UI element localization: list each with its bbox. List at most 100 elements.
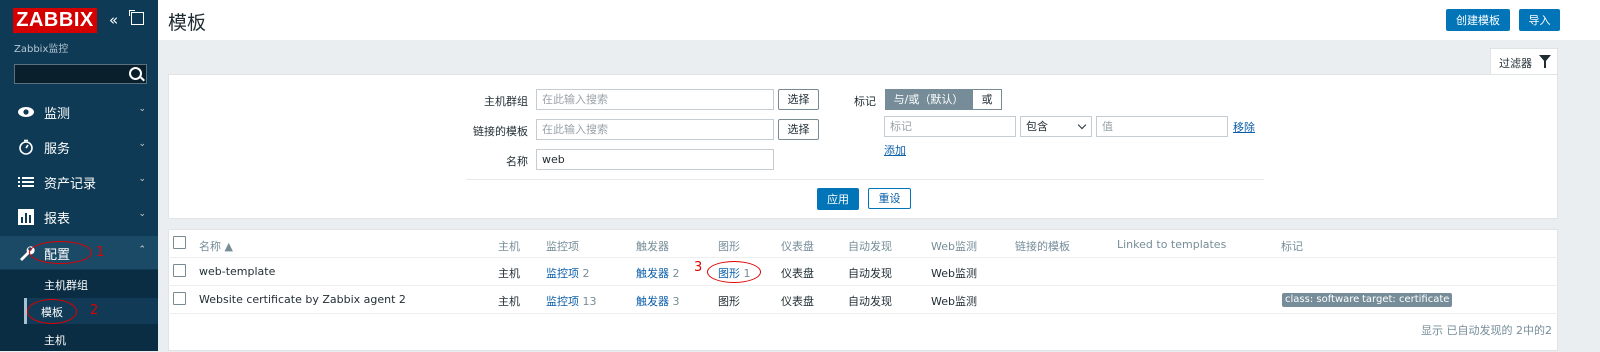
tag-badge[interactable]: class: software bbox=[1282, 293, 1363, 307]
list-icon bbox=[17, 173, 35, 191]
column-header-hosts: 主机 bbox=[498, 240, 520, 253]
column-header-tags: 标记 bbox=[1281, 240, 1303, 253]
row-divider bbox=[168, 313, 1558, 314]
server-name: Zabbix监控 bbox=[14, 44, 69, 55]
header bbox=[158, 0, 1600, 40]
triggers-count: 3 bbox=[672, 295, 680, 308]
annotation-ellipse bbox=[707, 261, 761, 283]
triggers-count: 2 bbox=[672, 267, 680, 280]
filter-tab[interactable]: 过滤器 bbox=[1490, 48, 1558, 74]
tag-badge[interactable]: target: certificate bbox=[1359, 293, 1453, 307]
menu-label: 服务 bbox=[44, 142, 71, 157]
items-count: 2 bbox=[582, 267, 590, 280]
column-header-name[interactable]: 名称 ▲ bbox=[199, 238, 233, 254]
column-header-discovery: 自动发现 bbox=[848, 240, 892, 253]
submenu-label: 主机群组 bbox=[44, 279, 88, 292]
chevron-up-icon: ⌃ bbox=[138, 245, 146, 255]
import-button[interactable]: 导入 bbox=[1519, 9, 1560, 31]
tags-label: 标记 bbox=[854, 95, 876, 108]
zabbix-logo[interactable]: ZABBIX bbox=[13, 8, 97, 33]
or-toggle[interactable]: 或 bbox=[972, 89, 1002, 110]
select-all-checkbox[interactable] bbox=[173, 236, 186, 249]
linked-templates-label: 链接的模板 bbox=[473, 125, 528, 138]
dashboards-link[interactable]: 仪表盘 bbox=[781, 265, 814, 281]
graphs-link[interactable]: 图形 bbox=[718, 293, 740, 309]
menu-item-reports[interactable]: 报表 ⌄ bbox=[0, 200, 158, 233]
items-cell: 监控项 13 bbox=[546, 293, 597, 309]
triggers-link[interactable]: 触发器 bbox=[636, 267, 669, 280]
and-or-toggle[interactable]: 与/或（默认） bbox=[885, 89, 972, 110]
create-template-button[interactable]: 创建模板 bbox=[1446, 9, 1510, 31]
menu-item-inventory[interactable]: 资产记录 ⌄ bbox=[0, 165, 158, 198]
configuration-submenu: 主机群组 模板 主机 bbox=[0, 270, 158, 351]
filter-tab-label: 过滤器 bbox=[1499, 57, 1532, 70]
filter-divider bbox=[466, 179, 1264, 180]
clock-icon bbox=[17, 138, 35, 156]
remove-tag-link[interactable]: 移除 bbox=[1233, 119, 1255, 135]
sidebar: ZABBIX « Zabbix监控 监测 ⌄ 服务 ⌄ 资产记录 ⌄ 报表 ⌄ bbox=[0, 0, 158, 351]
host-groups-select-button[interactable]: 选择 bbox=[778, 89, 819, 110]
items-link[interactable]: 监控项 bbox=[546, 267, 579, 280]
items-count: 13 bbox=[582, 295, 597, 308]
filter-icon bbox=[1539, 55, 1551, 68]
submenu-label: 主机 bbox=[44, 334, 66, 347]
triggers-link[interactable]: 触发器 bbox=[636, 295, 669, 308]
chevron-down-icon: ⌄ bbox=[138, 209, 146, 219]
items-link[interactable]: 监控项 bbox=[546, 295, 579, 308]
tag-value-input[interactable]: 值 bbox=[1096, 116, 1228, 137]
web-scenarios-link[interactable]: Web监测 bbox=[931, 293, 977, 309]
eye-icon bbox=[17, 103, 35, 121]
discovery-link[interactable]: 自动发现 bbox=[848, 293, 892, 309]
row-checkbox[interactable] bbox=[173, 292, 186, 305]
column-header-graphs: 图形 bbox=[718, 240, 740, 253]
column-header-linked-to-templates: Linked to templates bbox=[1117, 238, 1227, 251]
chevron-down-icon: ⌄ bbox=[138, 139, 146, 149]
apply-button[interactable]: 应用 bbox=[817, 188, 859, 210]
menu-label: 报表 bbox=[44, 212, 71, 227]
template-name-link[interactable]: web-template bbox=[199, 265, 275, 278]
items-cell: 监控项 2 bbox=[546, 265, 590, 281]
add-tag-link[interactable]: 添加 bbox=[884, 142, 906, 158]
hosts-link[interactable]: 主机 bbox=[498, 293, 520, 309]
bar-chart-icon bbox=[17, 208, 35, 226]
chevron-down-icon: ⌄ bbox=[138, 104, 146, 114]
web-scenarios-link[interactable]: Web监测 bbox=[931, 265, 977, 281]
column-header-triggers: 触发器 bbox=[636, 240, 669, 253]
hosts-link[interactable]: 主机 bbox=[498, 265, 520, 281]
chevron-down-icon: ⌄ bbox=[138, 174, 146, 184]
column-header-dashboards: 仪表盘 bbox=[781, 240, 814, 253]
template-name-link[interactable]: Website certificate by Zabbix agent 2 bbox=[199, 293, 406, 306]
dashboards-link[interactable]: 仪表盘 bbox=[781, 293, 814, 309]
linked-templates-select-button[interactable]: 选择 bbox=[778, 119, 819, 140]
column-header-items: 监控项 bbox=[546, 240, 579, 253]
column-header-linked-templates: 链接的模板 bbox=[1015, 240, 1070, 253]
menu-item-monitoring[interactable]: 监测 ⌄ bbox=[0, 95, 158, 128]
reset-button[interactable]: 重设 bbox=[868, 188, 911, 209]
annotation-number: 1 bbox=[96, 245, 105, 260]
linked-templates-input[interactable]: 在此输入搜索 bbox=[536, 119, 774, 140]
sidebar-search-input[interactable] bbox=[14, 64, 147, 84]
triggers-cell: 触发器 3 bbox=[636, 293, 680, 309]
host-groups-label: 主机群组 bbox=[484, 95, 528, 108]
menu-label: 资产记录 bbox=[44, 177, 97, 192]
tag-name-input[interactable]: 标记 bbox=[884, 116, 1016, 137]
search-icon[interactable] bbox=[129, 67, 142, 80]
triggers-cell: 触发器 2 bbox=[636, 265, 680, 281]
column-header-web: Web监测 bbox=[931, 240, 977, 253]
tag-operator-select[interactable]: 包含 bbox=[1020, 116, 1092, 137]
page-title: 模板 bbox=[168, 12, 207, 34]
annotation-number: 2 bbox=[90, 303, 99, 318]
row-divider bbox=[168, 257, 1558, 258]
collapse-sidebar-icon[interactable]: « bbox=[109, 11, 118, 29]
menu-item-services[interactable]: 服务 ⌄ bbox=[0, 130, 158, 163]
submenu-item-host-groups[interactable]: 主机群组 bbox=[27, 271, 158, 297]
submenu-item-hosts[interactable]: 主机 bbox=[27, 326, 158, 352]
table-footer-count: 显示 已自动发现的 2中的2 bbox=[1421, 324, 1552, 337]
kiosk-mode-icon[interactable] bbox=[129, 10, 144, 25]
row-checkbox[interactable] bbox=[173, 264, 186, 277]
annotation-ellipse bbox=[27, 299, 77, 324]
host-groups-input[interactable]: 在此输入搜索 bbox=[536, 89, 774, 110]
name-label: 名称 bbox=[506, 155, 528, 168]
discovery-link[interactable]: 自动发现 bbox=[848, 265, 892, 281]
name-input[interactable]: web bbox=[536, 149, 774, 170]
